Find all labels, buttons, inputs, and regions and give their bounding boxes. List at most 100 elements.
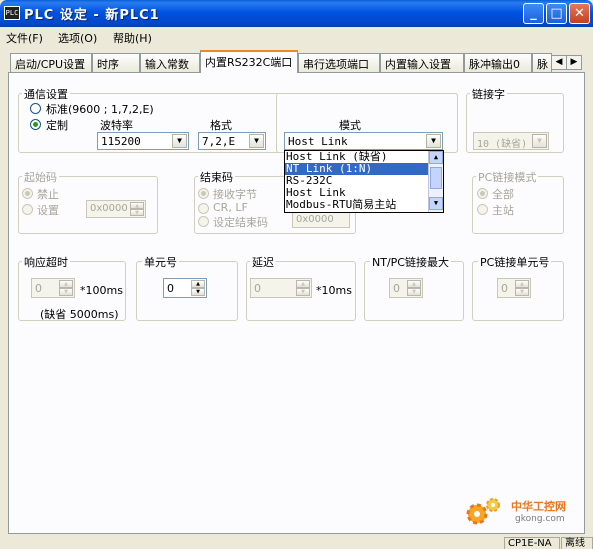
start-code-value: 0x0000 [90,203,128,214]
end-code-receive-bytes-label: 接收字节 [213,188,257,201]
menu-help[interactable]: 帮助(H) [113,30,152,46]
response-timeout-unit: *100ms [80,284,123,297]
delay-value: 0 [254,282,261,295]
spin-up-icon[interactable]: ▲ [515,280,529,288]
spin-down-icon[interactable]: ▼ [296,288,310,296]
spin-down-icon[interactable]: ▼ [407,288,421,296]
nt-pc-link-max-title: NT/PC链接最大 [370,254,451,270]
spin-down-icon[interactable]: ▼ [191,288,205,296]
menu-file[interactable]: 文件(F) [6,30,43,46]
end-code-value: 0x0000 [296,214,334,225]
spin-down-icon[interactable]: ▼ [59,288,73,296]
pc-link-unit-input[interactable]: 0 ▲ ▼ [497,278,531,298]
nt-pc-link-max-value: 0 [393,282,400,295]
mode-dropdown-list: Host Link (缺省) NT Link (1:N) RS-232C Hos… [284,150,444,213]
delay-input[interactable]: 0 ▲ ▼ [250,278,312,298]
end-code-set-radio[interactable] [198,216,209,227]
standard-radio[interactable] [30,103,41,114]
spin-up-icon[interactable]: ▲ [191,280,205,288]
gear-logo-icon [466,498,500,525]
link-word-title: 链接字 [470,86,507,102]
watermark-url: gkong.com [515,514,565,524]
maximize-button[interactable]: □ [546,3,567,24]
mode-label: 模式 [339,119,361,132]
spin-up-icon[interactable]: ▲ [130,202,144,209]
minimize-button[interactable]: _ [523,3,544,24]
start-code-disable-label: 禁止 [37,188,59,201]
response-timeout-input[interactable]: 0 ▲ ▼ [31,278,75,298]
link-word-select[interactable]: 10 (缺省) ▼ [473,132,549,150]
watermark-site: 中华工控网 [511,500,566,513]
pc-link-master-label: 主站 [492,204,514,217]
mode-value: Host Link [288,135,348,148]
window-title: PLC 设定 - 新PLC1 [24,8,160,23]
mode-option-modbus-rtu[interactable]: Modbus-RTU简易主站 [285,199,429,211]
custom-radio[interactable] [30,119,41,130]
spin-down-icon[interactable]: ▼ [130,209,144,216]
format-value: 7,2,E [202,135,236,148]
menu-options[interactable]: 选项(O) [58,30,97,46]
chevron-down-icon[interactable]: ▼ [426,134,441,148]
scroll-thumb[interactable] [430,167,442,189]
baud-rate-value: 115200 [101,135,141,148]
end-code-receive-bytes-radio[interactable] [198,188,209,199]
baud-rate-select[interactable]: 115200 ▼ [97,132,189,150]
tab-timing[interactable]: 时序 [92,53,140,72]
radio-selected-dot [480,191,485,196]
pc-link-master-radio[interactable] [477,204,488,215]
response-timeout-default-note: (缺省 5000ms) [40,308,119,321]
radio-selected-dot [201,191,206,196]
pc-link-mode-title: PC链接模式 [476,169,539,185]
response-timeout-value: 0 [35,282,42,295]
radio-selected-dot [25,191,30,196]
tab-more[interactable]: 脉 [532,53,552,72]
tab-builtin-rs232c[interactable]: 内置RS232C端口 [200,50,298,73]
pc-link-unit-title: PC链接单元号 [478,254,552,270]
close-button[interactable]: ✕ [569,3,590,24]
chevron-down-icon[interactable]: ▼ [172,134,187,148]
unit-number-input[interactable]: 0 ▲ ▼ [163,278,207,298]
status-state: 离线 [561,537,593,549]
tab-input-constants[interactable]: 输入常数 [140,53,200,72]
tab-pulse-output-0[interactable]: 脉冲输出0 [464,53,532,72]
response-timeout-title: 响应超时 [22,254,70,270]
scroll-down-icon[interactable]: ▼ [429,197,443,210]
end-code-crlf-radio[interactable] [198,203,209,214]
pc-link-unit-value: 0 [501,282,508,295]
start-code-input[interactable]: 0x0000 ▲ ▼ [86,200,146,218]
nt-pc-link-max-input[interactable]: 0 ▲ ▼ [389,278,423,298]
delay-unit: *10ms [316,284,352,297]
app-icon: PLC [4,6,20,20]
format-select[interactable]: 7,2,E ▼ [198,132,266,150]
custom-label: 定制 [46,119,68,132]
standard-label: 标准(9600 ; 1,7,2,E) [46,103,154,116]
end-code-input[interactable]: 0x0000 [292,212,350,228]
end-code-title: 结束码 [198,169,235,185]
tab-scroll-right-button[interactable]: ▶ [566,55,582,70]
delay-title: 延迟 [250,254,276,270]
tab-serial-option[interactable]: 串行选项端口 [298,53,380,72]
mode-select[interactable]: Host Link ▼ [284,132,443,150]
scroll-up-icon[interactable]: ▲ [429,151,443,164]
chevron-down-icon[interactable]: ▼ [532,134,547,148]
spin-up-icon[interactable]: ▲ [296,280,310,288]
spin-down-icon[interactable]: ▼ [515,288,529,296]
spin-up-icon[interactable]: ▲ [59,280,73,288]
dropdown-scrollbar[interactable]: ▲ ▼ [428,151,443,212]
tab-scroll-left-button[interactable]: ◀ [551,55,567,70]
end-code-set-label: 设定结束码 [213,216,268,229]
comm-settings-title: 通信设置 [22,86,70,102]
format-label: 格式 [210,119,232,132]
watermark: 中华工控网 gkong.com [463,492,583,532]
pc-link-all-radio[interactable] [477,188,488,199]
pc-link-all-label: 全部 [492,188,514,201]
end-code-crlf-label: CR, LF [213,201,248,214]
chevron-down-icon[interactable]: ▼ [249,134,264,148]
start-code-set-radio[interactable] [22,204,33,215]
tab-builtin-input[interactable]: 内置输入设置 [380,53,464,72]
spin-up-icon[interactable]: ▲ [407,280,421,288]
start-code-title: 起始码 [22,169,59,185]
link-word-value: 10 (缺省) [477,139,528,150]
tab-startup-cpu[interactable]: 启动/CPU设置 [10,53,92,72]
start-code-disable-radio[interactable] [22,188,33,199]
